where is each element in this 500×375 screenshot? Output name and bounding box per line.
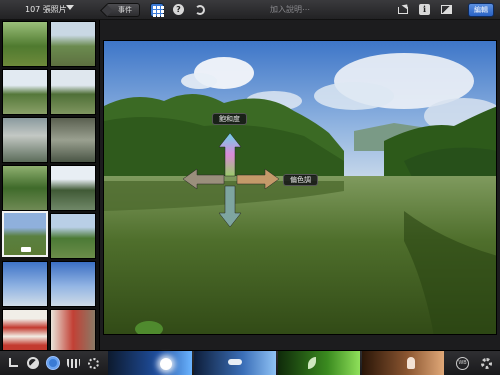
thumbnail[interactable] bbox=[50, 261, 96, 307]
gear-icon[interactable] bbox=[479, 356, 494, 371]
leaf-icon bbox=[308, 357, 316, 369]
crop-icon[interactable] bbox=[6, 356, 21, 371]
help-icon[interactable]: ? bbox=[172, 3, 186, 17]
color-icon[interactable] bbox=[46, 356, 61, 371]
share-icon[interactable] bbox=[396, 2, 411, 17]
person-icon bbox=[407, 357, 415, 369]
thumbnail[interactable] bbox=[2, 117, 48, 163]
adjustment-arrows[interactable] bbox=[179, 131, 289, 231]
top-toolbar: 107 張照片 事件 ? 加入說明⋯ i 編輯 bbox=[0, 0, 500, 20]
thumbnail[interactable] bbox=[50, 213, 96, 259]
thumbnail[interactable] bbox=[2, 165, 48, 211]
exposure-icon[interactable] bbox=[26, 356, 41, 371]
selected-thumbnail[interactable] bbox=[2, 211, 48, 257]
brush-icon[interactable] bbox=[66, 356, 81, 371]
main-photo[interactable]: 飽和度 偏色調 bbox=[103, 40, 497, 335]
thumbnail[interactable] bbox=[50, 117, 96, 163]
tint-left-arrow[interactable] bbox=[182, 168, 225, 190]
thumbnail[interactable] bbox=[50, 165, 96, 211]
compare-icon[interactable] bbox=[440, 3, 454, 17]
grid-icon[interactable] bbox=[150, 3, 164, 17]
foliage-swatch[interactable] bbox=[278, 351, 360, 375]
cloud-swatch[interactable] bbox=[194, 351, 276, 375]
info-icon[interactable]: i bbox=[418, 3, 432, 17]
white-balance-icon[interactable]: WB bbox=[455, 356, 470, 371]
thumbnail[interactable] bbox=[2, 69, 48, 115]
cloud-icon bbox=[228, 359, 242, 365]
photo-editor-app: 107 張照片 事件 ? 加入說明⋯ i 編輯 飽和度 偏色調 WB bbox=[0, 0, 500, 375]
edit-button[interactable]: 編輯 bbox=[468, 3, 494, 17]
add-caption-field[interactable]: 加入說明⋯ bbox=[270, 4, 310, 15]
thumbnail[interactable] bbox=[50, 69, 96, 115]
thumbnail[interactable] bbox=[2, 21, 48, 67]
photo-canvas bbox=[104, 41, 496, 334]
saturation-up-arrow[interactable] bbox=[218, 132, 242, 177]
blue-sky-swatch[interactable] bbox=[108, 351, 192, 375]
selected-marker-icon bbox=[21, 247, 31, 252]
chevron-down-icon[interactable] bbox=[66, 5, 74, 10]
effects-icon[interactable] bbox=[86, 356, 101, 371]
thumbnail[interactable] bbox=[50, 21, 96, 67]
undo-icon[interactable] bbox=[193, 3, 207, 17]
saturation-label: 飽和度 bbox=[212, 113, 247, 125]
album-title[interactable]: 107 張照片 bbox=[25, 4, 67, 15]
tint-label: 偏色調 bbox=[283, 174, 318, 186]
thumbnail[interactable] bbox=[2, 309, 48, 350]
thumbnail[interactable] bbox=[50, 309, 96, 350]
back-button[interactable]: 事件 bbox=[106, 3, 140, 17]
thumbnail[interactable] bbox=[2, 261, 48, 307]
saturation-down-arrow[interactable] bbox=[218, 185, 242, 228]
tint-right-arrow[interactable] bbox=[236, 168, 280, 190]
slider-knob[interactable] bbox=[160, 358, 172, 370]
skin-tone-swatch[interactable] bbox=[362, 351, 444, 375]
thumbnail-strip[interactable] bbox=[0, 20, 100, 350]
